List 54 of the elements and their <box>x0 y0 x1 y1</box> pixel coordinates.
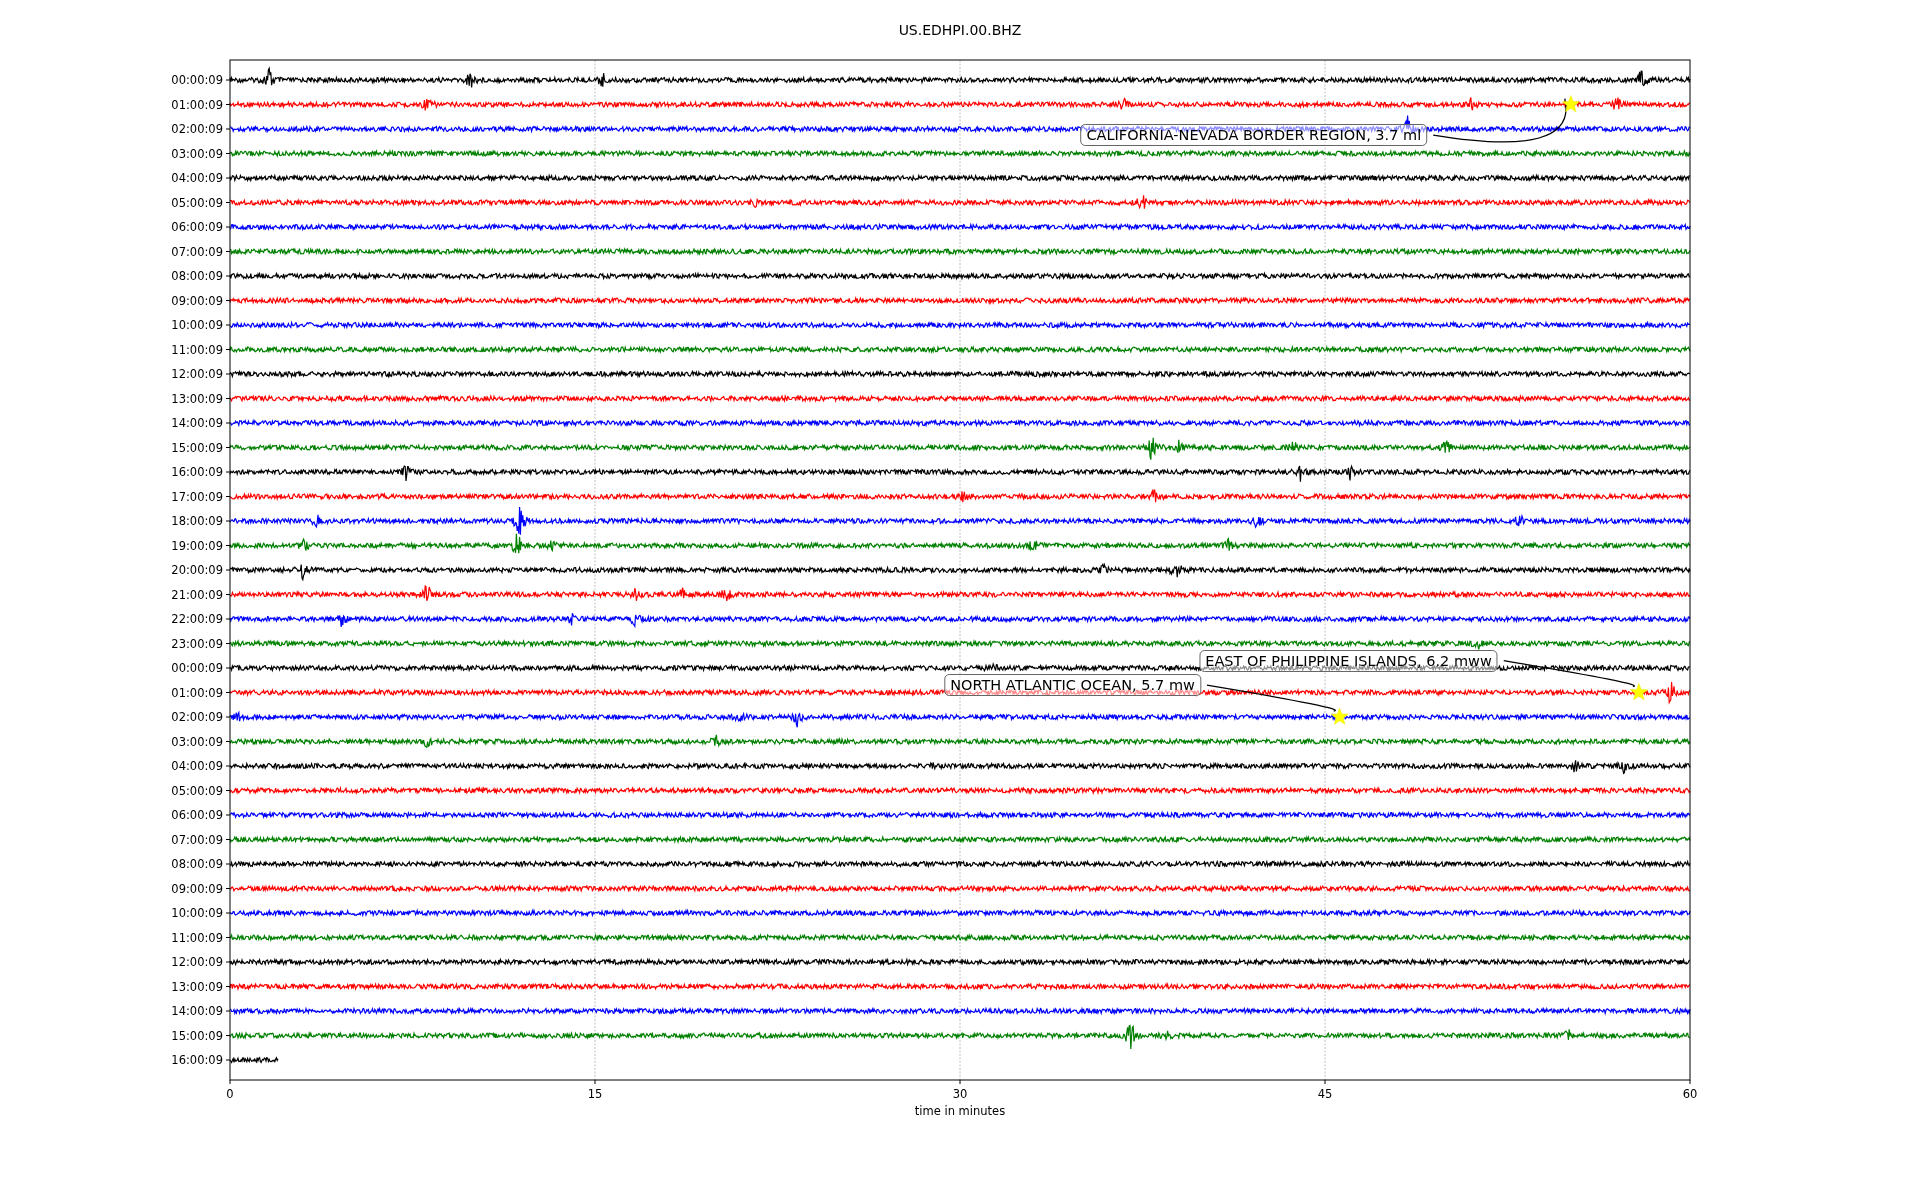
tick-label: 12:00:09 <box>171 367 223 381</box>
tick-label: 02:00:09 <box>171 122 223 136</box>
star-icon <box>1330 707 1349 725</box>
tick-label: 10:00:09 <box>171 318 223 332</box>
tick-label: 16:00:09 <box>171 1053 223 1067</box>
tick-label: 15:00:09 <box>171 1028 223 1043</box>
tick-label: 15 <box>587 1087 603 1101</box>
annotation-label: CALIFORNIA-NEVADA BORDER REGION, 3.7 ml <box>1080 124 1428 147</box>
tick-label: 18:00:09 <box>171 514 223 528</box>
axis-label: time in minutes <box>914 1104 1006 1118</box>
tick-label: 09:00:09 <box>171 881 223 896</box>
star-icon <box>1630 683 1648 701</box>
tick-label: 05:00:09 <box>171 783 223 798</box>
tick-label: 03:00:09 <box>171 734 223 749</box>
tick-label: 13:00:09 <box>171 391 223 406</box>
tick-label: 06:00:09 <box>171 220 223 234</box>
tick-label: 0 <box>226 1087 234 1101</box>
tick-label: 08:00:09 <box>171 269 223 283</box>
tick-label: 22:00:09 <box>171 612 223 626</box>
chart-title: US.EDHPI.00.BHZ <box>898 22 1022 38</box>
tick-label: 14:00:09 <box>171 416 223 430</box>
tick-label: 11:00:09 <box>171 342 223 357</box>
tick-label: 17:00:09 <box>171 489 223 504</box>
tick-label: 01:00:09 <box>171 97 223 112</box>
tick-label: 09:00:09 <box>171 293 223 308</box>
tick-label: 11:00:09 <box>171 930 223 945</box>
tick-label: 10:00:09 <box>171 906 223 920</box>
tick-label: 19:00:09 <box>171 538 223 553</box>
tick-label: 20:00:09 <box>171 563 223 577</box>
tick-label: 02:00:09 <box>171 710 223 724</box>
tick-label: 04:00:09 <box>171 171 223 185</box>
tick-label: 00:00:09 <box>171 73 223 87</box>
tick-label: 04:00:09 <box>171 759 223 773</box>
tick-label: 13:00:09 <box>171 979 223 994</box>
tick-label: 45 <box>1317 1087 1333 1101</box>
tick-label: 08:00:09 <box>171 857 223 871</box>
tick-label: 01:00:09 <box>171 685 223 700</box>
tick-label: 21:00:09 <box>171 587 223 602</box>
tick-label: 07:00:09 <box>171 244 223 259</box>
tick-label: 00:00:09 <box>171 661 223 675</box>
tick-label: 05:00:09 <box>171 195 223 210</box>
tick-label: 03:00:09 <box>171 146 223 161</box>
tick-label: 15:00:09 <box>171 440 223 455</box>
tick-label: 12:00:09 <box>171 955 223 969</box>
annotation-label: NORTH ATLANTIC OCEAN, 5.7 mw <box>944 674 1201 697</box>
tick-label: 30 <box>952 1087 968 1101</box>
tick-label: 60 <box>1682 1087 1698 1101</box>
tick-label: 07:00:09 <box>171 832 223 847</box>
star-icon <box>1561 95 1580 113</box>
tick-label: 16:00:09 <box>171 465 223 479</box>
annotation-label: EAST OF PHILIPPINE ISLANDS, 6.2 mww <box>1199 649 1498 672</box>
tick-label: 23:00:09 <box>171 636 223 651</box>
tick-label: 14:00:09 <box>171 1004 223 1018</box>
tick-label: 06:00:09 <box>171 808 223 822</box>
